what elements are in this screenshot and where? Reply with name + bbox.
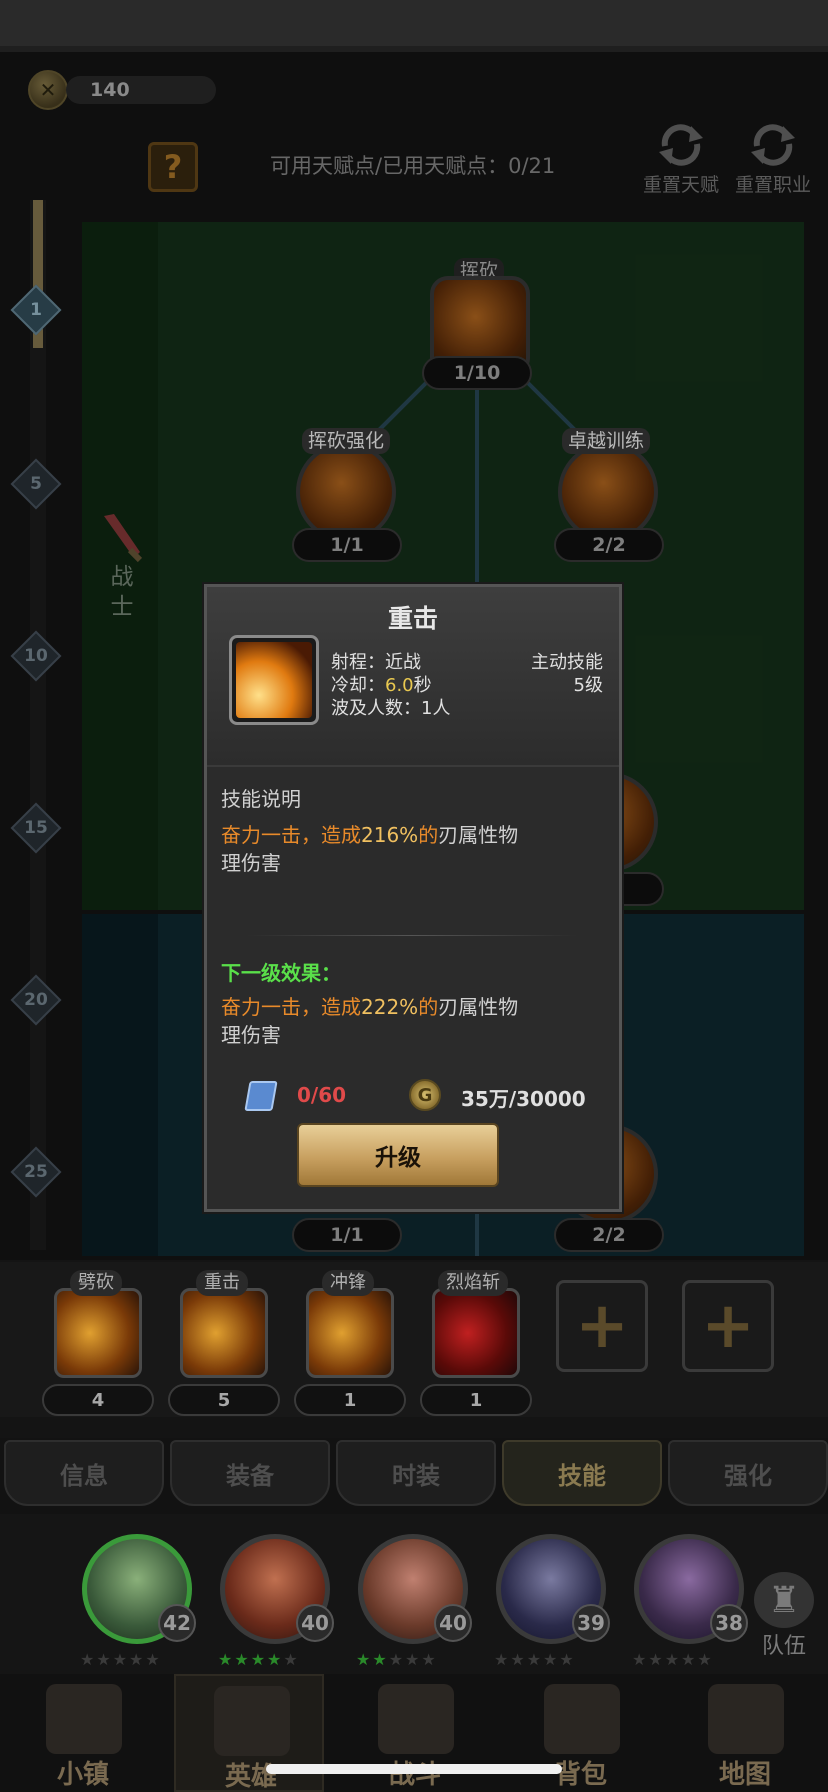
skill-book-icon — [244, 1081, 278, 1111]
status-bar — [0, 0, 828, 52]
tab-info[interactable]: 信息 — [4, 1440, 164, 1506]
skill-type-label: 主动技能 — [531, 652, 603, 673]
skill-level-label: 5级 — [573, 675, 603, 696]
home-indicator[interactable] — [266, 1764, 562, 1774]
nav-heroes[interactable]: 英雄 — [174, 1674, 324, 1792]
popup-title: 重击 — [387, 604, 438, 633]
tab-equipment[interactable]: 装备 — [170, 1440, 330, 1506]
team-label: 队伍 — [761, 1634, 806, 1659]
plus-icon: + — [701, 1289, 755, 1363]
skill-type: 主动技能 5级 — [531, 651, 603, 697]
divider — [247, 935, 577, 936]
nav-battle[interactable]: 战斗 — [340, 1674, 490, 1792]
backpack-icon — [544, 1684, 620, 1754]
map-icon — [708, 1684, 784, 1754]
node-name: 卓越训练 — [562, 428, 651, 454]
hero-portrait[interactable]: 40 ★★★★★ — [210, 1522, 340, 1669]
star-rating: ★★★★★ — [356, 1650, 438, 1669]
nav-map[interactable]: 地图 — [670, 1674, 820, 1792]
charge-skill-icon — [306, 1288, 394, 1378]
skill-book-count: 0/60 — [297, 1083, 347, 1107]
next-level-title: 下一级效果： — [221, 961, 341, 985]
crossed-swords-icon — [378, 1684, 454, 1754]
add-skill-slot[interactable]: + — [556, 1280, 648, 1372]
team-button[interactable]: ♜ 队伍 — [746, 1572, 822, 1662]
star-rating: ★★★★★ — [80, 1650, 162, 1669]
hero-portrait[interactable]: 40 ★★★★★ — [348, 1522, 478, 1669]
town-icon — [46, 1684, 122, 1754]
tab-skills[interactable]: 技能 — [502, 1440, 662, 1506]
next-level-text: 奋力一击，造成222%的刃属性物 理伤害 — [221, 995, 519, 1047]
hero-portrait[interactable]: 39 ★★★★★ — [486, 1522, 616, 1669]
description-title: 技能说明 — [221, 787, 301, 811]
targets-stat: 波及人数：1人 — [331, 698, 451, 719]
cooldown-stat: 冷却：6.0秒 — [331, 675, 432, 696]
node-name: 挥砍强化 — [302, 428, 391, 454]
star-rating: ★★★★★ — [632, 1650, 714, 1669]
gold-count: 35万/30000 — [461, 1087, 586, 1111]
hero-portrait[interactable]: 38 ★★★★★ — [624, 1522, 754, 1669]
nav-bag[interactable]: 背包 — [506, 1674, 656, 1792]
gold-coin-icon: G — [409, 1079, 441, 1111]
skill-detail-popup: 重击 射程：近战 冷却：6.0秒 波及人数：1人 主动技能 5级 技能说明 奋力… — [204, 584, 622, 1212]
hero-portrait[interactable]: 42 ★★★★★ — [72, 1522, 202, 1669]
nav-town[interactable]: 小镇 — [8, 1674, 158, 1792]
tab-enhance[interactable]: 强化 — [668, 1440, 828, 1506]
description-text: 奋力一击，造成216%的刃属性物 理伤害 — [221, 823, 519, 875]
tab-costume[interactable]: 时装 — [336, 1440, 496, 1506]
add-skill-slot[interactable]: + — [682, 1280, 774, 1372]
hero-icon — [214, 1686, 290, 1756]
flame-slash-skill-icon — [432, 1288, 520, 1378]
chess-icon: ♜ — [754, 1572, 814, 1628]
heavy-strike-skill-icon — [180, 1288, 268, 1378]
range-stat: 射程：近战 — [331, 652, 421, 673]
star-rating: ★★★★★ — [494, 1650, 576, 1669]
plus-icon: + — [575, 1289, 629, 1363]
star-rating: ★★★★★ — [218, 1650, 300, 1669]
heavy-strike-skill-icon — [229, 635, 319, 725]
cleave-skill-icon — [54, 1288, 142, 1378]
upgrade-button[interactable]: 升级 — [297, 1123, 499, 1187]
